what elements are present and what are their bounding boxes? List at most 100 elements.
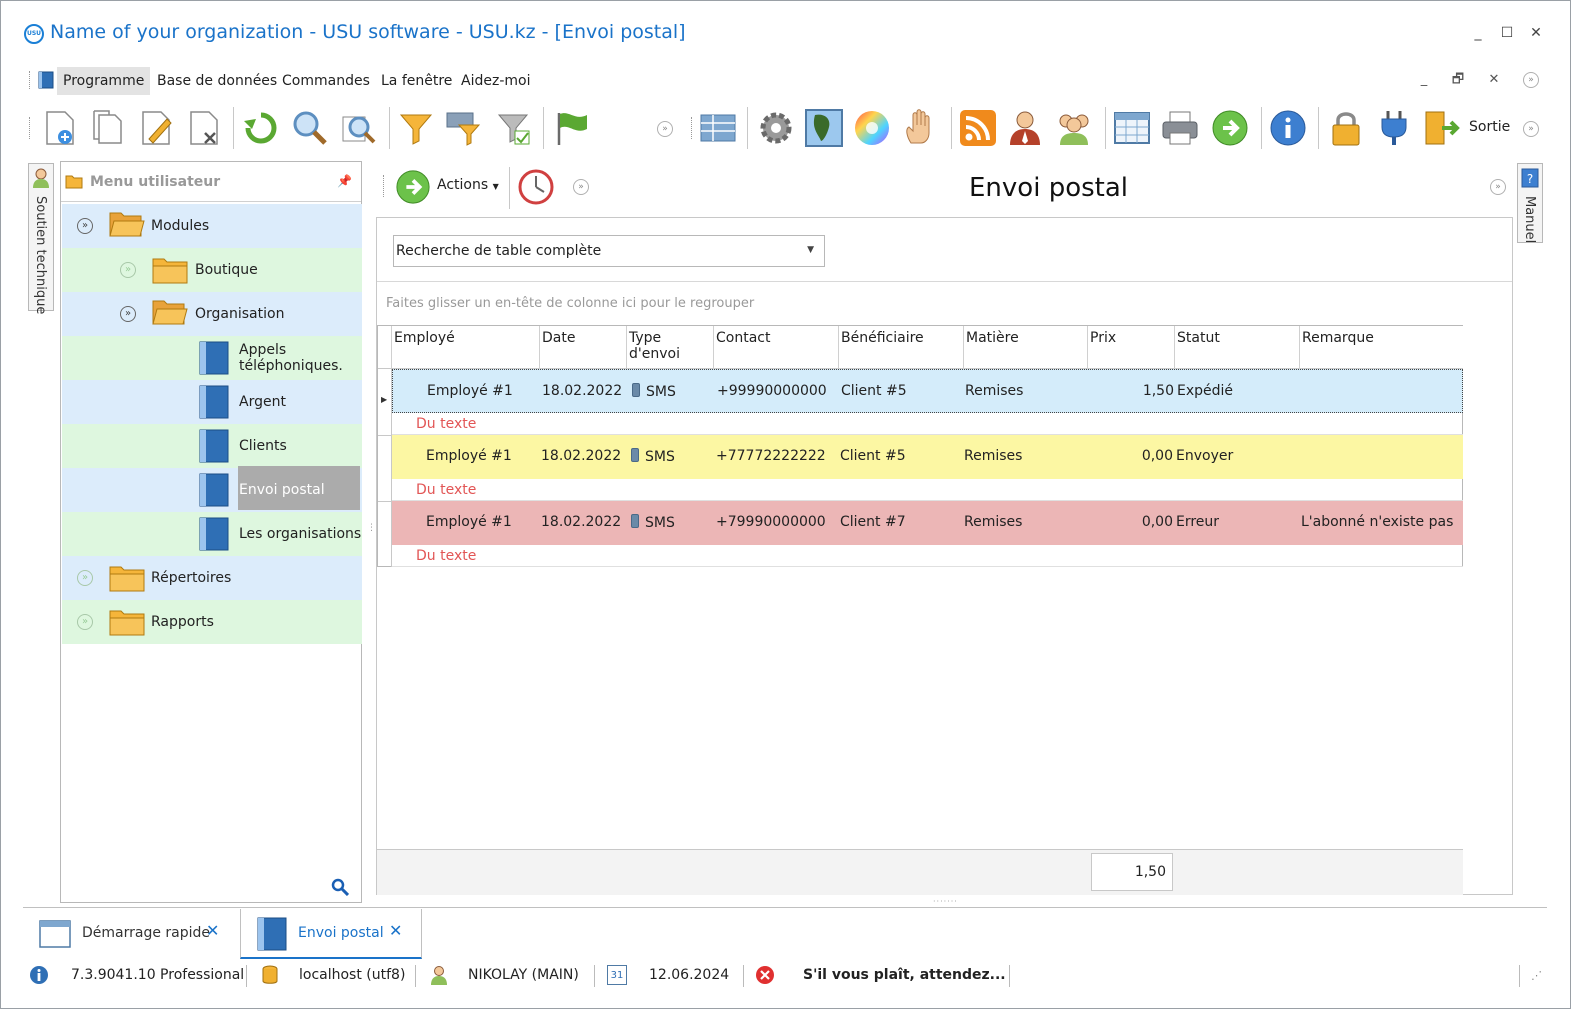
cell-employe[interactable]: Employé #1 [426, 448, 512, 464]
menu-programme[interactable]: Programme [57, 67, 151, 95]
lock-icon[interactable] [1327, 109, 1365, 147]
nav-item-clients[interactable]: Clients [62, 424, 362, 468]
header-options-icon[interactable]: » [1490, 179, 1506, 195]
column-header-employe[interactable]: Employé [392, 326, 540, 369]
filter-column-icon[interactable] [445, 109, 483, 147]
row-preview[interactable]: Du texte [392, 413, 1463, 435]
group-by-hint[interactable]: Faites glisser un en-tête de colonne ici… [386, 296, 754, 311]
cell-prix[interactable]: 0,00 [1089, 514, 1173, 530]
flag-icon[interactable] [553, 109, 591, 147]
row-indicator[interactable] [378, 435, 392, 501]
printer-icon[interactable] [1161, 109, 1199, 147]
rss-icon[interactable] [959, 109, 997, 147]
nav-item-appels[interactable]: Appels téléphoniques. [62, 336, 362, 380]
refresh-icon[interactable] [242, 109, 280, 147]
search-icon[interactable] [331, 878, 349, 896]
table-icon[interactable] [1113, 109, 1151, 147]
new-record-icon[interactable] [41, 109, 79, 147]
tab-demarrage-rapide[interactable]: Démarrage rapide ✕ [23, 909, 239, 959]
row-indicator[interactable] [378, 501, 392, 567]
go-forward-icon[interactable] [1211, 109, 1249, 147]
cell-prix[interactable]: 1,50 [1090, 383, 1174, 399]
chevron-down-icon[interactable]: ▼ [807, 245, 814, 255]
column-header-matiere[interactable]: Matière [964, 326, 1088, 369]
close-button[interactable]: ✕ [1526, 23, 1546, 43]
gear-icon[interactable] [757, 109, 795, 147]
menubar-options-icon[interactable]: » [1523, 72, 1539, 88]
nav-item-rapports[interactable]: » Rapports [62, 600, 362, 644]
cell-beneficiaire[interactable]: Client #5 [840, 448, 906, 464]
menu-la-fenetre[interactable]: La fenêtre [375, 67, 458, 95]
copy-icon[interactable] [89, 109, 127, 147]
expand-icon[interactable]: » [77, 614, 93, 630]
users-group-icon[interactable] [1055, 109, 1093, 147]
grid-view-icon[interactable] [699, 109, 737, 147]
expand-icon[interactable]: » [77, 570, 93, 586]
cell-matiere[interactable]: Remises [965, 383, 1023, 399]
toolbar-grip[interactable] [29, 117, 31, 139]
nav-item-modules[interactable]: » Modules [62, 204, 362, 248]
cell-matiere[interactable]: Remises [964, 514, 1022, 530]
cell-type[interactable]: SMS [631, 448, 675, 465]
cell-beneficiaire[interactable]: Client #7 [840, 514, 906, 530]
toolbar-options-icon[interactable]: » [657, 121, 673, 137]
main-toolbar-options-icon[interactable]: » [573, 179, 589, 195]
timer-clock-icon[interactable] [517, 168, 555, 206]
cell-employe[interactable]: Employé #1 [426, 514, 512, 530]
info-icon[interactable] [1269, 109, 1307, 147]
cell-matiere[interactable]: Remises [964, 448, 1022, 464]
horizontal-splitter[interactable]: ······· [933, 897, 958, 906]
edit-icon[interactable] [137, 109, 175, 147]
cell-statut[interactable]: Envoyer [1176, 448, 1233, 464]
minimize-button[interactable]: _ [1468, 23, 1488, 43]
nav-item-envoi-postal[interactable]: Envoi postal [62, 466, 362, 512]
column-header-beneficiaire[interactable]: Bénéficiaire [839, 326, 964, 369]
color-wheel-icon[interactable] [853, 109, 891, 147]
actions-menu-button[interactable]: Actions ▼ [437, 177, 499, 193]
cell-beneficiaire[interactable]: Client #5 [841, 383, 907, 399]
exit-door-icon[interactable] [1423, 109, 1461, 147]
menu-commandes[interactable]: Commandes [276, 67, 376, 95]
column-header-type[interactable]: Type d'envoi [627, 326, 714, 369]
actions-go-icon[interactable] [395, 169, 431, 205]
close-icon[interactable]: ✕ [206, 921, 219, 940]
maximize-button[interactable]: ☐ [1497, 23, 1517, 43]
cell-contact[interactable]: +77772222222 [716, 448, 826, 464]
support-side-tab[interactable]: Soutien technique [28, 163, 54, 314]
map-icon[interactable] [805, 109, 843, 147]
full-table-search-dropdown[interactable]: Recherche de table complète ▼ [393, 235, 825, 267]
table-row[interactable]: Employé #1 18.02.2022 SMS +99990000000 C… [392, 369, 1463, 413]
nav-item-argent[interactable]: Argent [62, 380, 362, 424]
mdi-restore-button[interactable]: 🗗 [1449, 71, 1467, 89]
filter-icon[interactable] [397, 109, 435, 147]
advanced-search-icon[interactable] [339, 109, 377, 147]
panel-splitter[interactable]: ⋮ [367, 523, 376, 533]
collapse-icon[interactable]: » [120, 306, 136, 322]
exit-button-label[interactable]: Sortie [1469, 119, 1510, 135]
collapse-icon[interactable]: » [77, 218, 93, 234]
nav-item-les-organisations[interactable]: Les organisations [62, 512, 362, 556]
mdi-close-button[interactable]: ✕ [1485, 71, 1503, 89]
main-toolbar-grip[interactable] [383, 175, 385, 197]
delete-icon[interactable] [185, 109, 223, 147]
cell-contact[interactable]: +99990000000 [717, 383, 827, 399]
cell-contact[interactable]: +79990000000 [716, 514, 826, 530]
nav-item-boutique[interactable]: » Boutique [62, 248, 362, 292]
plug-icon[interactable] [1375, 109, 1413, 147]
nav-item-organisation[interactable]: » Organisation [62, 292, 362, 336]
menubar-grip[interactable] [29, 71, 31, 89]
cell-type[interactable]: SMS [632, 383, 676, 400]
cell-statut[interactable]: Erreur [1176, 514, 1219, 530]
column-header-statut[interactable]: Statut [1175, 326, 1300, 369]
tab-envoi-postal[interactable]: Envoi postal ✕ [240, 909, 422, 959]
column-header-remarque[interactable]: Remarque [1300, 326, 1463, 369]
table-row[interactable]: Employé #1 18.02.2022 SMS +79990000000 C… [392, 501, 1463, 545]
column-header-date[interactable]: Date [540, 326, 627, 369]
row-preview[interactable]: Du texte [392, 479, 1463, 501]
column-header-contact[interactable]: Contact [714, 326, 839, 369]
cell-date[interactable]: 18.02.2022 [542, 383, 622, 399]
toolbar2-grip[interactable] [691, 117, 693, 139]
cell-statut[interactable]: Expédié [1177, 383, 1233, 399]
resize-grip-icon[interactable]: ⋰ [1531, 969, 1542, 982]
table-row[interactable]: Employé #1 18.02.2022 SMS +77772222222 C… [392, 435, 1463, 479]
